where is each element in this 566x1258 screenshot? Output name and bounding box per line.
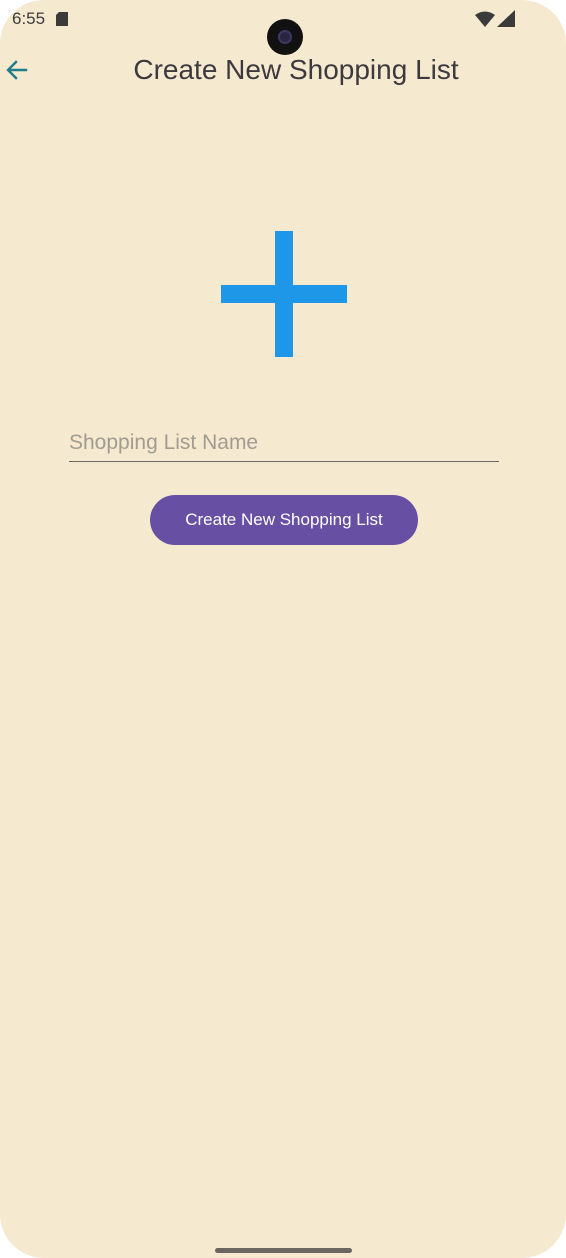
page-title: Create New Shopping List [133, 54, 459, 85]
plus-icon [221, 231, 347, 357]
camera-lens [278, 30, 292, 44]
wifi-icon [475, 11, 495, 27]
app-screen: 6:55 Create New Shopping List Create New… [0, 0, 566, 1258]
front-camera [267, 19, 303, 55]
status-time: 6:55 [12, 9, 46, 28]
create-shopping-list-button[interactable]: Create New Shopping List [150, 495, 418, 545]
sd-card-icon [56, 12, 68, 26]
signal-icon [497, 10, 515, 27]
gesture-nav-bar[interactable] [215, 1248, 352, 1253]
shopping-list-name-input[interactable] [69, 425, 499, 462]
plus-horizontal-bar [221, 285, 347, 303]
